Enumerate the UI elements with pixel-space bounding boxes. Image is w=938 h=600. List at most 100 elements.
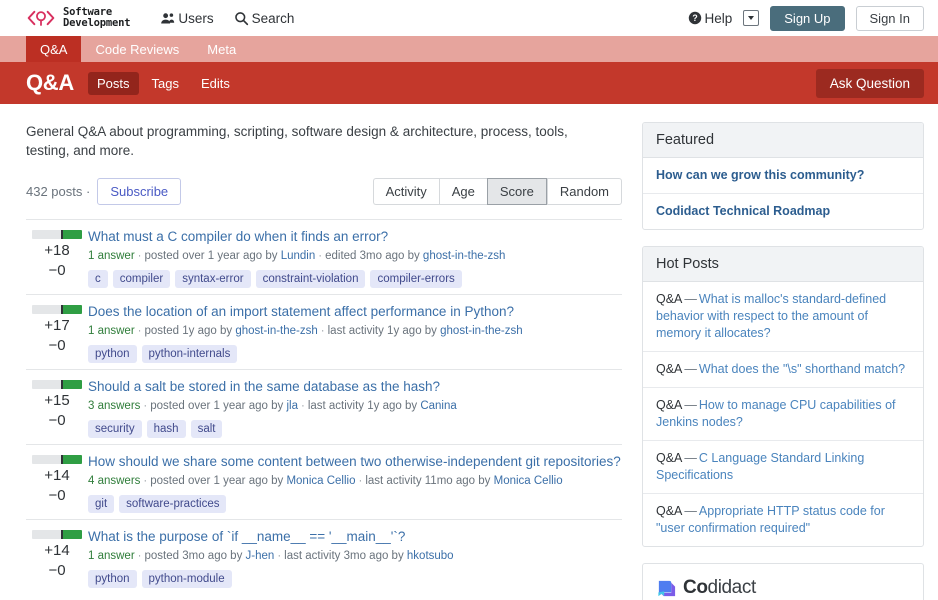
post-tag[interactable]: software-practices [119,495,226,513]
post-vote-column: +18−0 [26,227,88,288]
post-tag-list: python python-internals [88,345,622,363]
hot-post-category: Q&A [656,504,682,518]
post-title-link[interactable]: Does the location of an import statement… [88,303,622,320]
post-activity-text: last activity 3mo ago by [284,550,404,562]
post-tag[interactable]: security [88,420,142,438]
post-author-link[interactable]: Monica Cellio [286,475,355,487]
post-activity-user-link[interactable]: Monica Cellio [494,475,563,487]
post-author-link[interactable]: jla [286,400,298,412]
post-title-link[interactable]: Should a salt be stored in the same data… [88,378,622,395]
featured-link[interactable]: How can we grow this community? [656,168,864,182]
hot-post-item[interactable]: Q&A—How to manage CPU capabilities of Je… [643,388,923,441]
meta-separator: · [135,325,145,337]
post-vote-column: +15−0 [26,377,88,438]
category-link-posts[interactable]: Posts [88,72,139,95]
featured-item[interactable]: How can we grow this community? [643,158,923,194]
sort-age-button[interactable]: Age [439,178,487,205]
hot-post-item[interactable]: Q&A—What is malloc's standard-defined be… [643,282,923,352]
site-brand[interactable]: Software Development [26,7,130,29]
tab-meta[interactable]: Meta [193,36,250,62]
post-activity-text: last activity 11mo ago by [365,475,490,487]
ask-question-button[interactable]: Ask Question [816,69,924,98]
post-activity-user-link[interactable]: ghost-in-the-zsh [440,325,522,337]
post-tag[interactable]: hash [147,420,186,438]
post-answer-count: 4 answers [88,475,140,487]
tab-qa[interactable]: Q&A [26,36,81,62]
post-activity-user-link[interactable]: ghost-in-the-zsh [423,250,505,262]
sidebar-column: Featured How can we grow this community?… [642,122,924,600]
post-posted-text: posted over 1 year ago by [145,250,278,262]
featured-link[interactable]: Codidact Technical Roadmap [656,204,830,218]
post-tag[interactable]: git [88,495,114,513]
meta-separator: · [355,475,365,487]
hot-post-dash: — [682,451,699,465]
post-title-link[interactable]: What must a C compiler do when it finds … [88,228,622,245]
post-tag[interactable]: python-module [142,570,232,588]
hot-post-category: Q&A [656,451,682,465]
post-activity-user-link[interactable]: Canina [420,400,456,412]
post-activity-text: edited 3mo ago by [325,250,420,262]
post-tag[interactable]: python [88,345,137,363]
vote-bar [32,380,82,389]
post-list-item: +15−0Should a salt be stored in the same… [26,369,622,444]
post-tag[interactable]: compiler-errors [370,270,461,288]
post-downvotes: −0 [26,560,88,581]
post-tag[interactable]: python [88,570,137,588]
post-author-link[interactable]: ghost-in-the-zsh [235,325,317,337]
sort-score-button[interactable]: Score [487,178,547,205]
post-upvotes: +14 [26,466,88,485]
vote-bar [32,455,82,464]
category-description: General Q&A about programming, scripting… [26,122,601,160]
hot-post-link[interactable]: What does the "\s" shorthand match? [699,362,905,376]
post-title-link[interactable]: How should we share some content between… [88,453,622,470]
post-tag-list: c compiler syntax-error constraint-violatio… [88,270,622,288]
featured-item[interactable]: Codidact Technical Roadmap [643,194,923,229]
post-meta: 1 answer·posted 3mo ago by J-hen·last ac… [88,548,622,564]
post-body: Should a salt be stored in the same data… [88,377,622,438]
post-author-link[interactable]: Lundin [281,250,316,262]
chevron-down-icon[interactable] [743,10,759,26]
post-tag[interactable]: c [88,270,108,288]
vote-bar-fill [61,530,82,539]
post-tag[interactable]: compiler [113,270,170,288]
hot-post-item[interactable]: Q&A—C Language Standard Linking Specific… [643,441,923,494]
post-tag[interactable]: constraint-violation [256,270,366,288]
post-title-link[interactable]: What is the purpose of `if __name__ == '… [88,528,622,545]
users-icon [160,12,175,25]
nav-item-users[interactable]: Users [160,11,213,26]
hot-post-item[interactable]: Q&A—What does the "\s" shorthand match? [643,352,923,388]
tab-code-reviews[interactable]: Code Reviews [81,36,193,62]
post-tag[interactable]: salt [191,420,223,438]
nav-item-search[interactable]: Search [234,11,295,26]
help-link[interactable]: ? Help [688,11,733,26]
sort-random-button[interactable]: Random [547,178,622,205]
post-tag[interactable]: syntax-error [175,270,250,288]
nav-item-users-label: Users [178,11,213,26]
main-column: General Q&A about programming, scripting… [26,122,622,600]
post-activity-user-link[interactable]: hkotsubo [407,550,454,562]
category-link-edits[interactable]: Edits [192,72,239,95]
sort-activity-button[interactable]: Activity [373,178,439,205]
hot-post-item[interactable]: Q&A—Appropriate HTTP status code for "us… [643,494,923,546]
subscribe-button[interactable]: Subscribe [97,178,181,205]
help-label: Help [705,11,733,26]
sign-up-button[interactable]: Sign Up [770,6,844,31]
post-upvotes: +17 [26,316,88,335]
post-author-link[interactable]: J-hen [246,550,275,562]
codidact-footer-card: Codidact This community is part of the C… [642,563,924,600]
vote-bar-fill [61,305,82,314]
post-tag[interactable]: python-internals [142,345,238,363]
chevron-pin-logo-icon [26,8,56,28]
post-vote-column: +14−0 [26,527,88,588]
post-tag-list: security hash salt [88,420,622,438]
codidact-logo: Codidact [643,564,923,600]
category-bar: Q&A Posts Tags Edits Ask Question [0,62,938,104]
category-link-tags[interactable]: Tags [143,72,188,95]
hot-post-category: Q&A [656,362,682,376]
sign-in-button[interactable]: Sign In [856,6,924,31]
post-list-toolbar: 432 posts · Subscribe Activity Age Score… [26,178,622,205]
post-answer-count: 1 answer [88,550,135,562]
post-posted-text: posted 1y ago by [145,325,233,337]
post-list-item: +14−0What is the purpose of `if __name__… [26,519,622,594]
meta-separator: · [140,400,150,412]
